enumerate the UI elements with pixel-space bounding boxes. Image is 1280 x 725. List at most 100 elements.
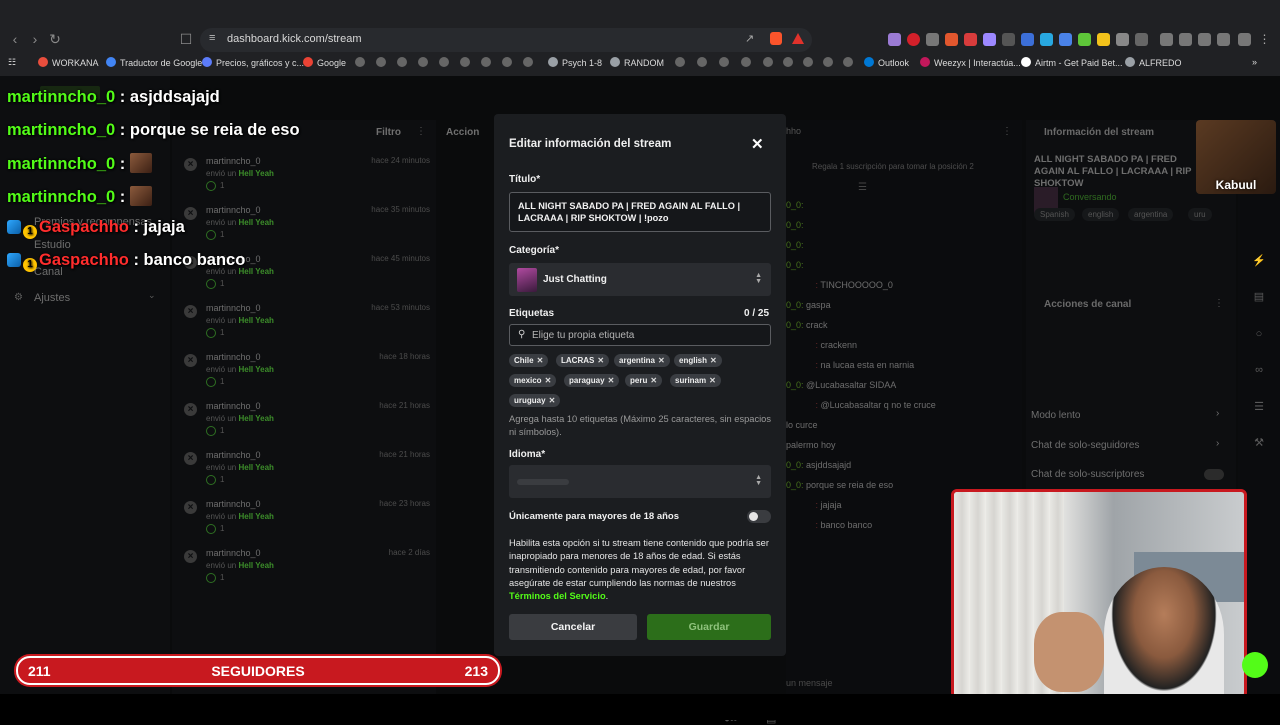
dismiss-icon[interactable]: × <box>184 452 197 465</box>
tag-search-field[interactable]: ⚲ <box>509 324 771 346</box>
reload-icon[interactable]: ↻ <box>44 28 66 50</box>
toggle-switch[interactable] <box>1204 469 1224 480</box>
chat-username-red[interactable]: : <box>786 280 819 290</box>
bookmark-favicon[interactable] <box>763 57 777 68</box>
chat-username-red[interactable]: : <box>786 400 819 410</box>
bookmark-item[interactable]: ALFREDO <box>1125 57 1182 68</box>
bookmark-item[interactable]: WORKANA <box>38 57 99 68</box>
dismiss-icon[interactable]: × <box>184 550 197 563</box>
adult-only-toggle[interactable] <box>747 510 771 523</box>
extension-icon[interactable] <box>1040 33 1053 46</box>
extension-icon[interactable] <box>983 33 996 46</box>
broadcast-icon[interactable]: ∞ <box>1252 364 1266 378</box>
chat-bubble-icon[interactable]: ○ <box>1252 328 1266 342</box>
bookmark-item[interactable]: Outlook <box>864 57 909 68</box>
address-bar[interactable]: ≡ dashboard.kick.com/stream ↗ <box>200 28 812 52</box>
chat-username[interactable]: 0_0: <box>786 240 804 250</box>
dismiss-icon[interactable]: × <box>184 305 197 318</box>
chat-username[interactable]: 0_0: <box>786 320 804 330</box>
bookmark-item[interactable]: Google <box>303 57 346 68</box>
bookmark-item[interactable]: Psych 1-8 <box>548 57 602 68</box>
bookmark-favicon[interactable] <box>439 57 453 68</box>
site-info-icon[interactable]: ≡ <box>209 32 215 44</box>
bookmark-item[interactable]: Airtm - Get Paid Bet... <box>1021 57 1123 68</box>
bookmark-favicon[interactable] <box>481 57 495 68</box>
close-icon[interactable]: ✕ <box>751 135 764 153</box>
brave-shield-icon[interactable] <box>770 32 782 45</box>
share-icon[interactable]: ↗ <box>745 32 754 45</box>
bookmark-favicon[interactable] <box>823 57 837 68</box>
extension-icon[interactable] <box>907 33 920 46</box>
notification-item[interactable]: × martinncho_0 hace 35 minutos envió un Hel… <box>182 205 432 249</box>
chat-username[interactable]: 0_0: <box>786 260 804 270</box>
notification-item[interactable]: × martinncho_0 hace 21 horas envió un Hell … <box>182 450 432 494</box>
bookmark-icon[interactable]: ☐ <box>175 28 197 50</box>
remove-tag-icon[interactable]: ✕ <box>545 376 552 385</box>
notification-item[interactable]: × martinncho_0 hace 21 horas envió un Hell … <box>182 401 432 445</box>
extension-icon[interactable] <box>1059 33 1072 46</box>
dismiss-icon[interactable]: × <box>184 158 197 171</box>
bookmark-favicon[interactable] <box>376 57 390 68</box>
forward-icon[interactable]: › <box>24 28 46 50</box>
bookmark-favicon[interactable] <box>502 57 516 68</box>
remove-tag-icon[interactable]: ✕ <box>650 376 657 385</box>
dismiss-icon[interactable]: × <box>184 207 197 220</box>
remove-tag-icon[interactable]: ✕ <box>549 396 556 405</box>
leo-icon[interactable] <box>1217 33 1230 46</box>
chat-username[interactable]: 0_0: <box>786 200 804 210</box>
extension-icon[interactable] <box>1002 33 1015 46</box>
dismiss-icon[interactable]: × <box>184 354 197 367</box>
remove-tag-icon[interactable]: ✕ <box>537 356 544 365</box>
chevron-right-icon[interactable]: › <box>1216 408 1219 419</box>
more-icon[interactable]: ⋮ <box>416 126 426 137</box>
chevron-right-icon[interactable]: › <box>1216 438 1219 449</box>
extension-icon[interactable] <box>926 33 939 46</box>
terms-link[interactable]: Términos del Servicio <box>509 591 606 601</box>
extension-icon[interactable] <box>888 33 901 46</box>
wallet-icon[interactable] <box>1198 33 1211 46</box>
sidebar-item-estudio[interactable]: Estudio <box>34 239 71 251</box>
list-icon[interactable]: ☰ <box>1252 400 1266 414</box>
dismiss-icon[interactable]: × <box>184 403 197 416</box>
dismiss-icon[interactable]: × <box>184 501 197 514</box>
more-bookmarks-icon[interactable]: » <box>1252 57 1257 67</box>
more-icon[interactable]: ⋮ <box>1214 298 1224 309</box>
remove-tag-icon[interactable]: ✕ <box>709 376 716 385</box>
document-icon[interactable]: ▤ <box>1252 290 1266 304</box>
remove-tag-icon[interactable]: ✕ <box>597 356 604 365</box>
filter-button[interactable]: Filtro <box>376 127 401 138</box>
chevron-down-icon[interactable]: ⌄ <box>148 290 156 301</box>
chat-username[interactable]: 0_0: <box>786 460 804 470</box>
apps-grid-icon[interactable]: ☷ <box>8 57 16 68</box>
chat-username[interactable]: 0_0: <box>786 380 804 390</box>
title-field[interactable]: ALL NIGHT SABADO PA | FRED AGAIN AL FALL… <box>509 192 771 232</box>
more-icon[interactable]: ⋮ <box>1002 126 1012 137</box>
bookmark-favicon[interactable] <box>523 57 537 68</box>
channel-action-item[interactable]: Chat de solo-suscriptores <box>1031 469 1144 480</box>
menu-icon[interactable]: ⋮ <box>1258 33 1271 46</box>
extension-icon[interactable] <box>1135 33 1148 46</box>
chat-username-red[interactable]: : <box>786 340 819 350</box>
extension-icon[interactable] <box>945 33 958 46</box>
kick-chat-fab[interactable] <box>1242 652 1268 678</box>
tag-search-input[interactable] <box>532 328 762 342</box>
bookmark-favicon[interactable] <box>397 57 411 68</box>
bookmark-favicon[interactable] <box>741 57 755 68</box>
bookmark-item[interactable]: RANDOM <box>610 57 664 68</box>
extension-icon[interactable] <box>964 33 977 46</box>
bookmark-favicon[interactable] <box>355 57 369 68</box>
chat-username[interactable]: 0_0: <box>786 300 804 310</box>
bookmark-favicon[interactable] <box>460 57 474 68</box>
chat-username[interactable]: 0_0: <box>786 220 804 230</box>
bookmark-favicon[interactable] <box>697 57 711 68</box>
back-icon[interactable]: ‹ <box>4 28 26 50</box>
notification-item[interactable]: × martinncho_0 hace 18 horas envió un Hell … <box>182 352 432 396</box>
vpn-icon[interactable] <box>1238 33 1251 46</box>
category-select[interactable]: Just Chatting ▲ ▼ <box>509 263 771 296</box>
cancel-button[interactable]: Cancelar <box>509 614 637 640</box>
channel-action-item[interactable]: Modo lento <box>1031 410 1080 421</box>
pinned-icon[interactable]: ☰ <box>858 182 867 193</box>
channel-action-item[interactable]: Chat de solo-seguidores <box>1031 440 1139 451</box>
chat-username[interactable]: 0_0: <box>786 480 804 490</box>
remove-tag-icon[interactable]: ✕ <box>710 356 717 365</box>
